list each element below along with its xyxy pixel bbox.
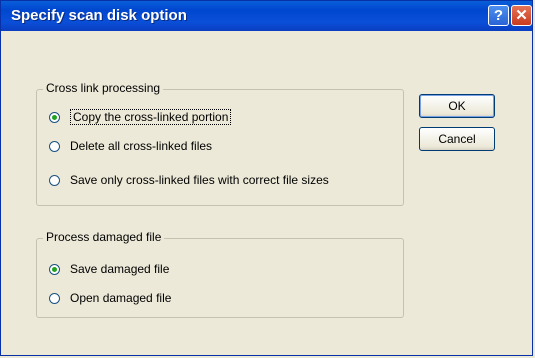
- radio-button-icon[interactable]: [49, 111, 60, 123]
- damaged-file-groupbox: Process damaged file Save damaged file O…: [36, 230, 404, 318]
- radio-label: Save damaged file: [70, 262, 170, 276]
- ok-button[interactable]: OK: [419, 94, 495, 118]
- radio-label: Save only cross-linked files with correc…: [70, 173, 329, 187]
- radio-label: Delete all cross-linked files: [70, 139, 213, 153]
- title-bar[interactable]: Specify scan disk option ? ✕: [1, 1, 532, 31]
- radio-save-damaged[interactable]: Save damaged file: [49, 259, 169, 279]
- cancel-button[interactable]: Cancel: [419, 127, 495, 151]
- radio-open-damaged[interactable]: Open damaged file: [49, 288, 171, 308]
- close-icon[interactable]: ✕: [511, 5, 532, 26]
- radio-button-icon[interactable]: [49, 263, 60, 275]
- scan-disk-option-dialog: Specify scan disk option ? ✕ Cross link …: [0, 0, 533, 356]
- radio-label: Copy the cross-linked portion: [70, 109, 232, 125]
- cross-link-groupbox: Cross link processing Copy the cross-lin…: [36, 81, 404, 206]
- damaged-file-group-title: Process damaged file: [43, 230, 165, 244]
- radio-delete-cross-linked[interactable]: Delete all cross-linked files: [49, 136, 212, 156]
- cross-link-group-title: Cross link processing: [43, 81, 164, 95]
- radio-copy-cross-linked[interactable]: Copy the cross-linked portion: [49, 107, 232, 127]
- dialog-title: Specify scan disk option: [11, 7, 187, 24]
- radio-label: Open damaged file: [70, 291, 172, 305]
- radio-button-icon[interactable]: [49, 292, 60, 304]
- help-icon[interactable]: ?: [488, 5, 509, 26]
- radio-button-icon[interactable]: [49, 174, 60, 186]
- radio-save-correct-sizes[interactable]: Save only cross-linked files with correc…: [49, 170, 329, 190]
- radio-button-icon[interactable]: [49, 140, 60, 152]
